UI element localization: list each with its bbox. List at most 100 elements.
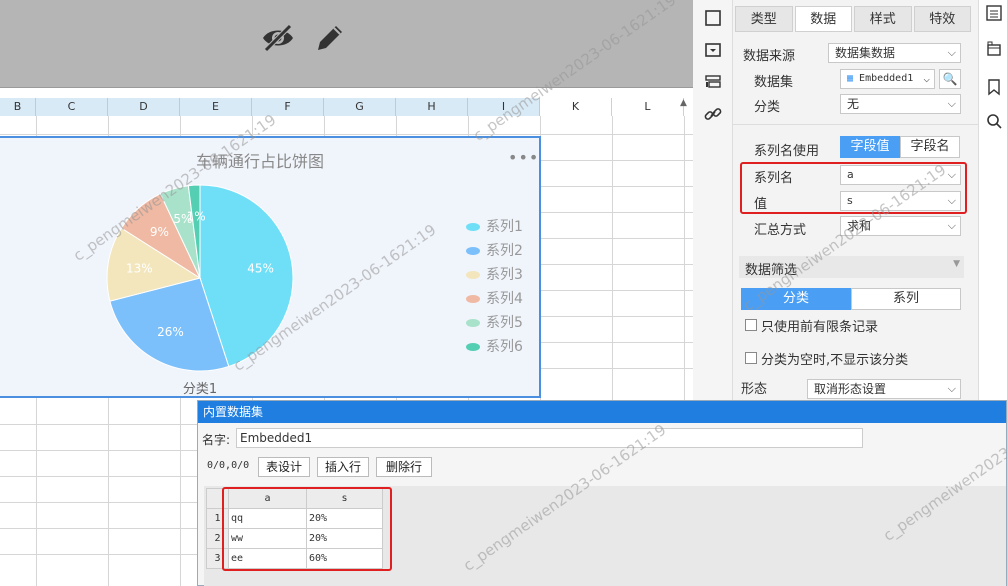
category-label: 分类 (754, 100, 781, 115)
row-counter: 0/0,0/0 (207, 460, 250, 471)
legend-item[interactable]: 系列3 (466, 264, 523, 283)
data-source-select[interactable]: 数据集数据 ⌵ (828, 43, 961, 63)
eye-off-icon[interactable] (260, 20, 296, 56)
column-header[interactable]: D (108, 98, 180, 116)
delete-row-button[interactable]: 删除行 (376, 457, 432, 477)
highlight-box (222, 487, 392, 571)
tab-effects[interactable]: 特效 (913, 6, 971, 32)
legend-label: 系列3 (486, 267, 523, 283)
widget-settings-icon[interactable] (985, 40, 1003, 58)
legend-swatch (466, 295, 480, 303)
column-header[interactable]: H (396, 98, 468, 116)
more-options-icon[interactable]: ••• (508, 148, 539, 167)
column-header[interactable]: E (180, 98, 252, 116)
field-name-option[interactable]: 字段名 (900, 136, 960, 158)
shape-select[interactable]: 取消形态设置 ⌵ (807, 379, 961, 399)
app-root: B C D E F G H I K L ▲ 车辆通行占比饼图 ••• 45% 2… (0, 0, 1007, 586)
column-header[interactable]: F (252, 98, 324, 116)
grid-line (540, 212, 693, 213)
pie-slice-label: 9% (150, 225, 169, 239)
pie-slice-label: 13% (126, 261, 153, 275)
chevron-down-icon: ⌵ (923, 72, 930, 85)
scroll-up-icon[interactable]: ▲ (680, 98, 687, 108)
dropdown-widget-icon[interactable] (703, 40, 723, 60)
grid-line (0, 134, 693, 135)
tab-type[interactable]: 类型 (735, 6, 793, 32)
dataset-label: 数据集 (754, 75, 794, 90)
preview-toolbar (0, 0, 693, 88)
empty-category-label: 分类为空时,不显示该分类 (761, 353, 909, 368)
shape-label: 形态 (741, 382, 768, 397)
search-icon[interactable] (985, 112, 1003, 130)
series-name-use-label: 系列名使用 (754, 144, 820, 159)
collapse-icon: ▼ (953, 259, 960, 269)
insert-row-button[interactable]: 插入行 (317, 457, 369, 477)
link-icon[interactable] (703, 104, 723, 124)
column-header[interactable]: K (540, 98, 612, 116)
data-source-label: 数据来源 (743, 49, 796, 64)
field-value-option[interactable]: 字段值 (840, 136, 900, 158)
pie-chart[interactable]: 车辆通行占比饼图 ••• 45% 26% 13% 9% 5% 1% 系列1 系列2 系列3 系列… (0, 136, 541, 398)
chevron-down-icon: ⌵ (947, 46, 956, 59)
grid-line (540, 290, 693, 291)
series-name-use-toggle: 字段值 字段名 (840, 136, 960, 158)
legend-item[interactable]: 系列1 (466, 216, 523, 235)
column-header[interactable]: G (324, 98, 396, 116)
bookmark-icon[interactable] (985, 78, 1003, 96)
category-select[interactable]: 无 ⌵ (840, 94, 961, 114)
grid-line (540, 316, 693, 317)
filter-category-option[interactable]: 分类 (741, 288, 851, 310)
settings-tabs: 类型 数据 样式 特效 (735, 6, 973, 32)
legend-label: 系列2 (486, 243, 523, 259)
chevron-down-icon: ⌵ (947, 97, 956, 110)
grid-line (540, 368, 693, 369)
grid-line (540, 342, 693, 343)
grid-line (540, 160, 693, 161)
chart-x-label: 分类1 (182, 382, 218, 397)
divider (733, 124, 978, 125)
column-header[interactable]: C (36, 98, 108, 116)
only-top-checkbox[interactable] (745, 319, 757, 331)
tab-data[interactable]: 数据 (794, 6, 852, 32)
data-filter-header[interactable]: 数据筛选 ▼ (739, 256, 964, 278)
table-icon: ▦ (847, 73, 860, 84)
grid-line (540, 186, 693, 187)
pencil-icon[interactable] (312, 20, 348, 56)
chevron-down-icon: ⌵ (947, 382, 956, 395)
legend-item[interactable]: 系列4 (466, 288, 523, 307)
legend-swatch (466, 343, 480, 351)
filter-scope-toggle: 分类 系列 (741, 288, 961, 310)
pie-slice-label: 1% (187, 210, 206, 224)
highlight-box (740, 162, 967, 214)
table-design-button[interactable]: 表设计 (258, 457, 310, 477)
column-header[interactable]: B (0, 98, 36, 116)
legend-item[interactable]: 系列6 (466, 336, 523, 355)
layout-widget-icon[interactable] (703, 72, 723, 92)
pie-slice-label: 26% (157, 325, 184, 339)
dataset-select[interactable]: ▦ Embedded1 ⌵ (840, 69, 935, 89)
summary-select[interactable]: 求和 ⌵ (840, 216, 961, 236)
legend-item[interactable]: 系列5 (466, 312, 523, 331)
legend-item[interactable]: 系列2 (466, 240, 523, 259)
tab-style[interactable]: 样式 (854, 6, 912, 32)
data-filter-label: 数据筛选 (745, 263, 798, 278)
dialog-title: 内置数据集 (198, 401, 1006, 423)
name-label: 名字: (202, 433, 231, 447)
column-header[interactable]: L (612, 98, 684, 116)
legend-swatch (466, 271, 480, 279)
summary-label: 汇总方式 (754, 223, 807, 238)
legend-label: 系列4 (486, 291, 523, 307)
search-button[interactable]: 🔍 (939, 69, 961, 89)
column-header[interactable]: I (468, 98, 540, 116)
dataset-name-input[interactable]: Embedded1 (236, 428, 863, 448)
legend-swatch (466, 223, 480, 231)
pie-plot: 45%26%13%9%5%1% (106, 184, 294, 372)
legend-label: 系列6 (486, 339, 523, 355)
square-icon[interactable] (703, 8, 723, 28)
list-panel-icon[interactable] (985, 4, 1003, 22)
filter-series-option[interactable]: 系列 (851, 288, 961, 310)
embedded-dataset-dialog: 内置数据集 名字: Embedded1 0/0,0/0 表设计 插入行 删除行 … (197, 400, 1007, 586)
empty-category-checkbox[interactable] (745, 352, 757, 364)
search-icon: 🔍 (942, 72, 958, 86)
legend-swatch (466, 247, 480, 255)
